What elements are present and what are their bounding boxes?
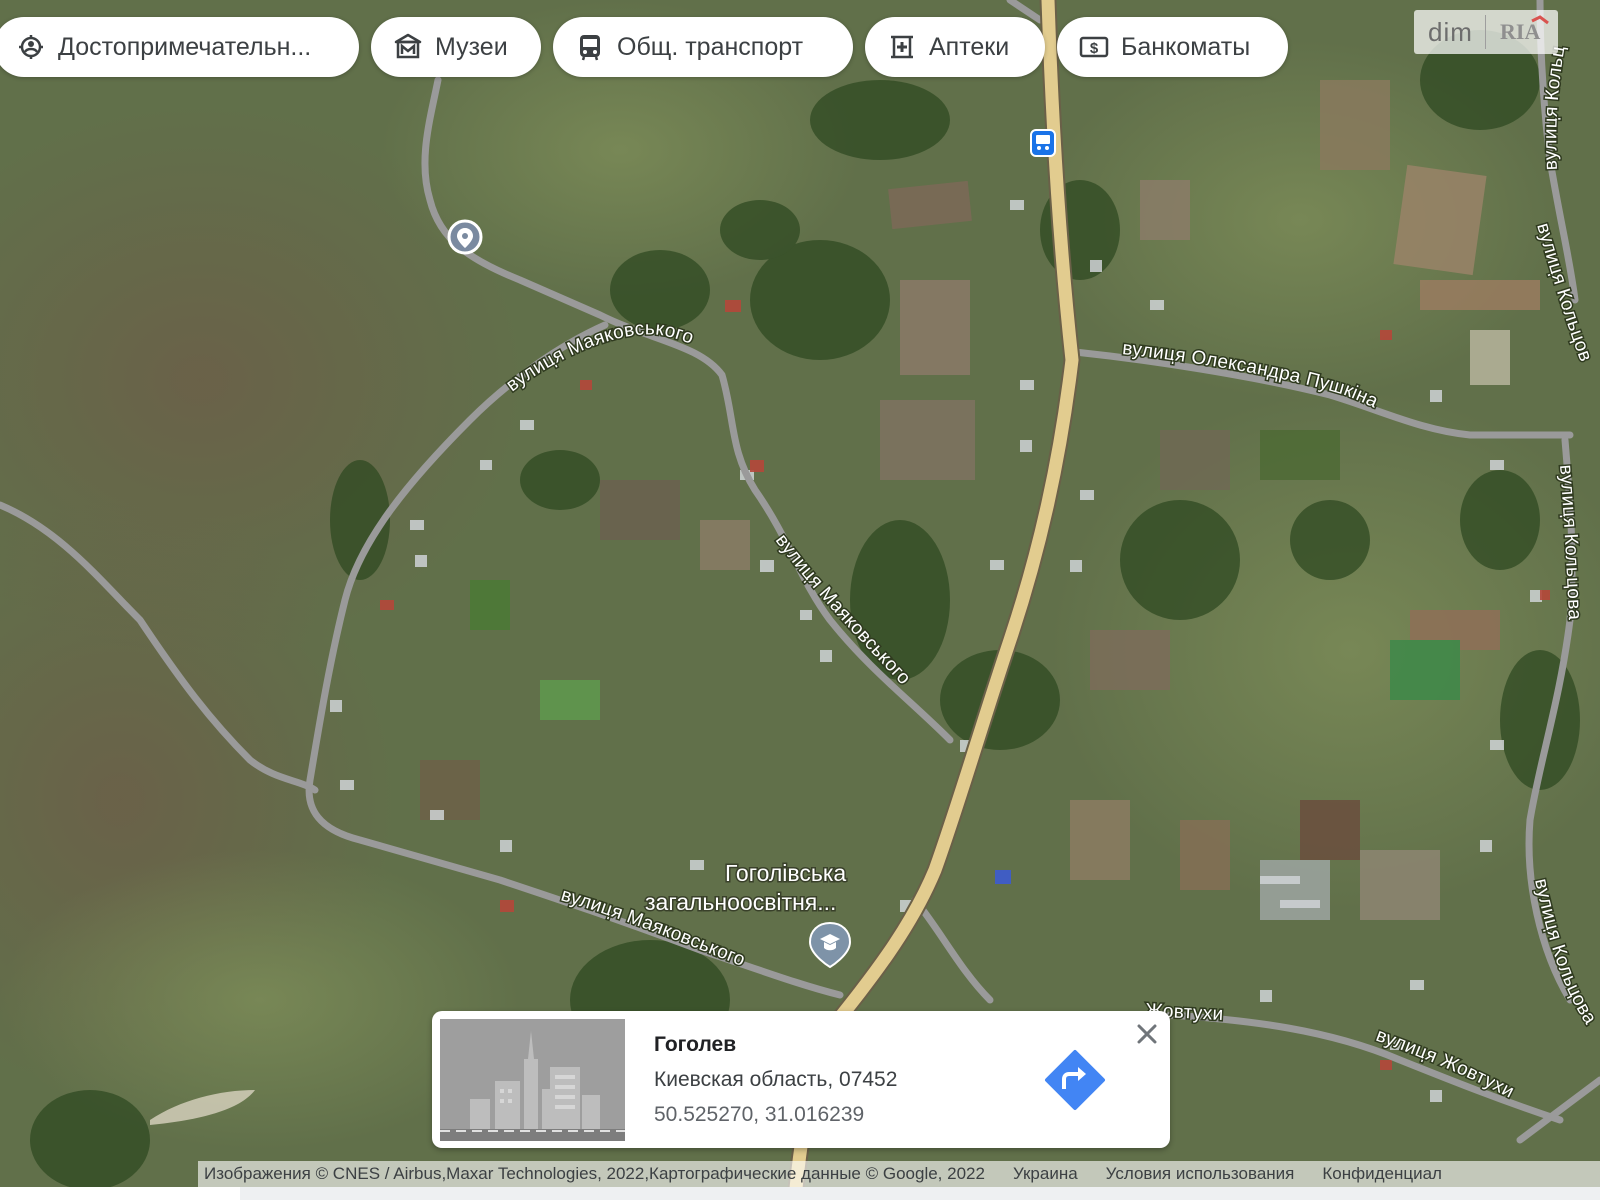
museum-icon [394, 33, 422, 59]
place-thumbnail[interactable] [440, 1019, 625, 1141]
place-coordinates: 50.525270, 31.016239 [654, 1103, 865, 1126]
chip-landmarks[interactable]: Достопримечательн... [0, 17, 359, 77]
chip-label: Достопримечательн... [58, 32, 312, 61]
country-label[interactable]: Украина [985, 1164, 1078, 1184]
landmark-icon [19, 35, 43, 59]
poi-label-school-line1[interactable]: Гоголівська [724, 859, 848, 888]
chip-label: Музеи [435, 32, 508, 61]
privacy-link[interactable]: Конфиденциал [1294, 1164, 1442, 1184]
attribution-text: Изображения © CNES / Airbus,Maxar Techno… [204, 1164, 985, 1183]
location-marker-icon[interactable] [447, 219, 483, 255]
chip-museums[interactable]: Музеи [371, 17, 541, 77]
poi-label-school-line2[interactable]: загальноосвітня... [644, 888, 838, 917]
transit-icon [580, 35, 600, 61]
logo-text: dim [1428, 16, 1473, 47]
dim-ria-logo: dim RIA [1414, 10, 1558, 54]
chip-label: Банкоматы [1121, 32, 1251, 61]
svg-text:RIA: RIA [1500, 19, 1540, 44]
chip-pharmacies[interactable]: Аптеки [865, 17, 1045, 77]
chip-transit[interactable]: Общ. транспорт [553, 17, 853, 77]
chip-label: Аптеки [929, 32, 1010, 61]
pharmacy-icon [891, 35, 913, 59]
place-region: Киевская область, 07452 [654, 1068, 898, 1091]
atm-icon: $ [1079, 36, 1109, 58]
close-icon[interactable] [1132, 1019, 1162, 1049]
directions-icon[interactable] [1044, 1049, 1106, 1111]
bottom-strip [0, 1187, 1600, 1200]
place-info-card[interactable]: Гоголев Киевская область, 07452 50.52527… [432, 1011, 1170, 1148]
ria-logo-mark: RIA [1486, 13, 1554, 52]
map-attribution-bar: Изображения © CNES / Airbus,Maxar Techno… [198, 1161, 1600, 1187]
svg-text:$: $ [1090, 40, 1099, 57]
terms-link[interactable]: Условия использования [1078, 1164, 1295, 1184]
chip-label: Общ. транспорт [617, 32, 804, 61]
bus-stop-icon[interactable] [1030, 129, 1056, 157]
place-title: Гоголев [654, 1033, 737, 1056]
chip-atms[interactable]: $ Банкоматы [1057, 17, 1288, 77]
